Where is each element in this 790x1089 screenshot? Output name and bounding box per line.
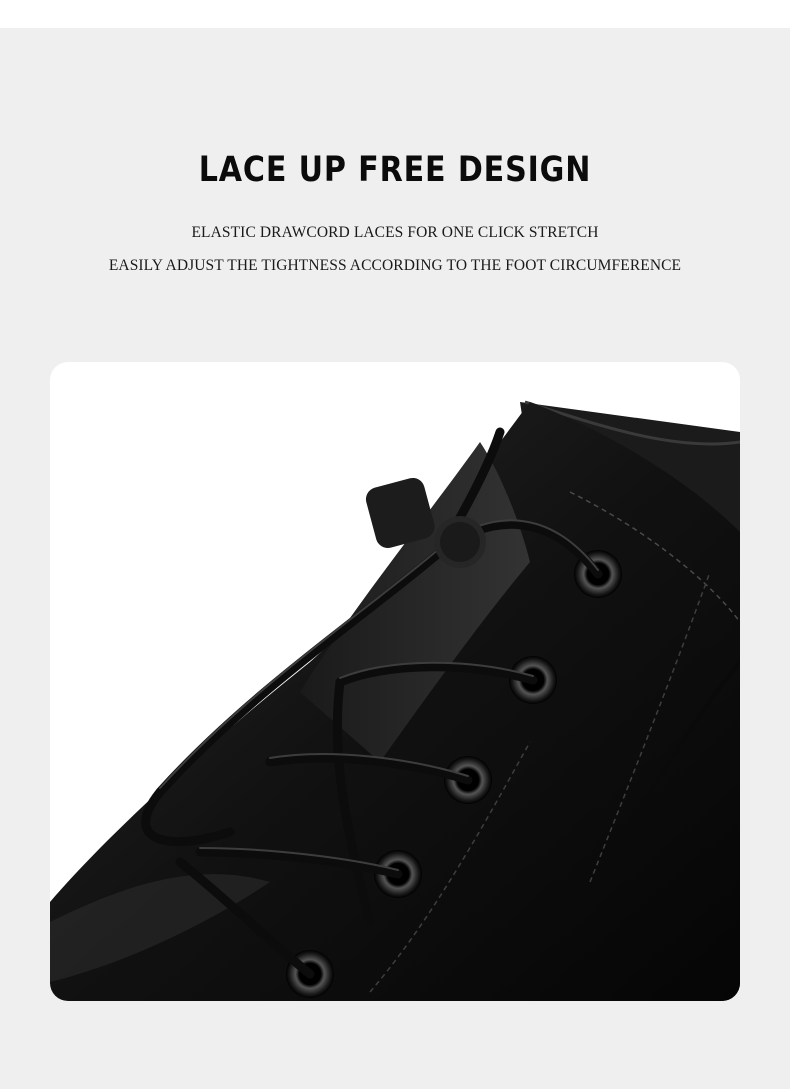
feature-subtitle-line-2: EASILY ADJUST THE TIGHTNESS ACCORDING TO… — [108, 257, 682, 274]
shoe-lace-closeup-photo — [50, 362, 740, 1001]
feature-subtitle-line-1: ELASTIC DRAWCORD LACES FOR ONE CLICK STR… — [191, 224, 599, 241]
feature-headline: LACE UP FREE DESIGN — [198, 150, 592, 190]
shoe-illustration — [50, 400, 740, 1001]
top-white-strip — [0, 0, 790, 28]
